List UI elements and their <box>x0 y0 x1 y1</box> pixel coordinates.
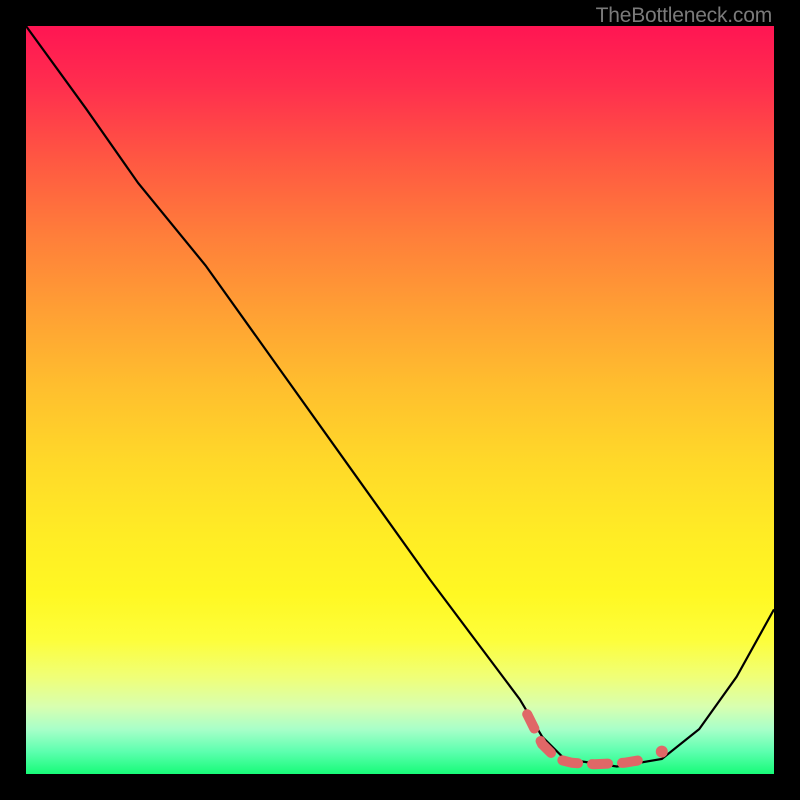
watermark-text: TheBottleneck.com <box>596 4 772 28</box>
optimal-point <box>656 746 668 758</box>
bottleneck-curve <box>26 26 774 767</box>
chart-container: TheBottleneck.com <box>0 0 800 800</box>
optimal-zone <box>527 714 647 764</box>
chart-svg <box>26 26 774 774</box>
